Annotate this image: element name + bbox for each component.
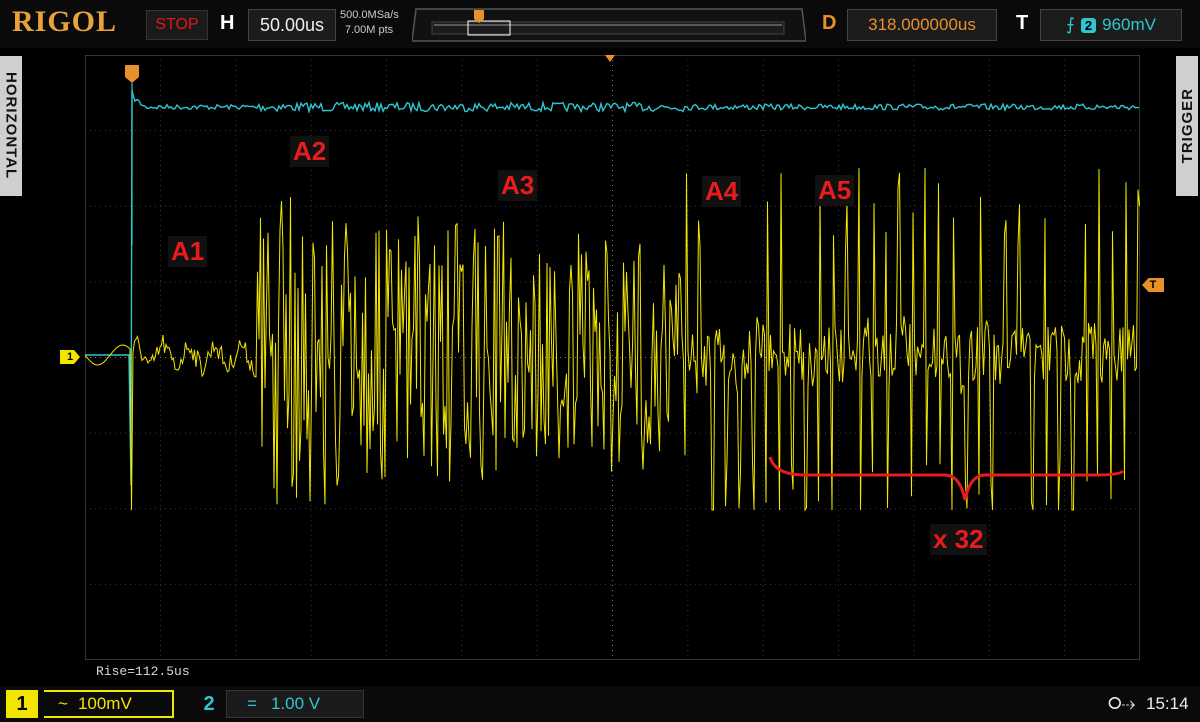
trigger-label: T	[1016, 12, 1029, 34]
memory-navigator[interactable]	[412, 8, 806, 42]
center-marker	[605, 55, 615, 62]
horizontal-tab-label: HORIZONTAL	[2, 72, 20, 180]
annotation-a3: A3	[498, 170, 538, 201]
annotation-a4: A4	[702, 176, 742, 207]
channel-status-bar: 1 ~ 100mV 2 = 1.00 V ⭘⇢ 15:14	[0, 686, 1200, 722]
trigger-level: 960mV	[1102, 15, 1156, 34]
trigger-menu-tab[interactable]: TRIGGER	[1176, 56, 1198, 196]
waveform-display[interactable]	[85, 55, 1140, 660]
trigger-position-marker	[125, 65, 139, 245]
acquisition-info: 500.0MSa/s 7.00M pts	[340, 8, 399, 38]
rise-time-measurement: Rise=112.5us	[96, 664, 190, 679]
annotation-a1: A1	[168, 236, 208, 267]
trigger-tab-label: TRIGGER	[1178, 88, 1196, 164]
channel-1-waveform	[85, 167, 1140, 512]
memory-depth: 7.00M pts	[344, 24, 394, 36]
group-brace	[768, 456, 1125, 501]
channel-1-button[interactable]: 1	[6, 690, 38, 718]
usb-icon: ⭘⇢	[1108, 694, 1136, 713]
trigger-marker-label: T	[1149, 279, 1157, 291]
channel-2-button[interactable]: 2	[196, 690, 222, 718]
delay-label: D	[822, 12, 837, 34]
annotation-a5: A5	[815, 175, 855, 206]
rising-edge-icon: ⨍	[1066, 15, 1075, 34]
delay-value[interactable]: 318.000000us	[847, 9, 997, 41]
trigger-level-marker[interactable]: T	[1142, 278, 1164, 292]
rigol-logo: RIGOL	[12, 5, 118, 38]
top-status-bar: RIGOL STOP H 50.00us 500.0MSa/s 7.00M pt…	[0, 0, 1200, 48]
pulse-count-label: x 32	[930, 524, 987, 555]
channel-2-settings[interactable]: = 1.00 V	[226, 690, 364, 718]
trigger-source-badge: 2	[1080, 17, 1097, 33]
channel-2-scale: 1.00 V	[270, 694, 321, 713]
channel-1-settings[interactable]: ~ 100mV	[44, 690, 174, 718]
channel-1-marker-label: 1	[66, 351, 74, 363]
trigger-settings[interactable]: ⨍ 2 960mV	[1040, 9, 1182, 41]
horizontal-label: H	[220, 12, 235, 34]
channel-1-scale: 100mV	[77, 694, 132, 713]
annotation-a2: A2	[290, 136, 330, 167]
run-stop-status[interactable]: STOP	[146, 10, 208, 40]
horizontal-menu-tab[interactable]: HORIZONTAL	[0, 56, 22, 196]
sample-rate: 500.0MSa/s	[340, 9, 399, 21]
ac-coupling-icon: ~	[58, 694, 68, 713]
timebase-value[interactable]: 50.00us	[248, 9, 336, 41]
dc-coupling-icon: =	[247, 694, 257, 713]
channel-1-ground-marker[interactable]: 1	[60, 350, 80, 364]
graticule-grid	[85, 55, 1140, 660]
system-clock: 15:14	[1146, 694, 1189, 713]
